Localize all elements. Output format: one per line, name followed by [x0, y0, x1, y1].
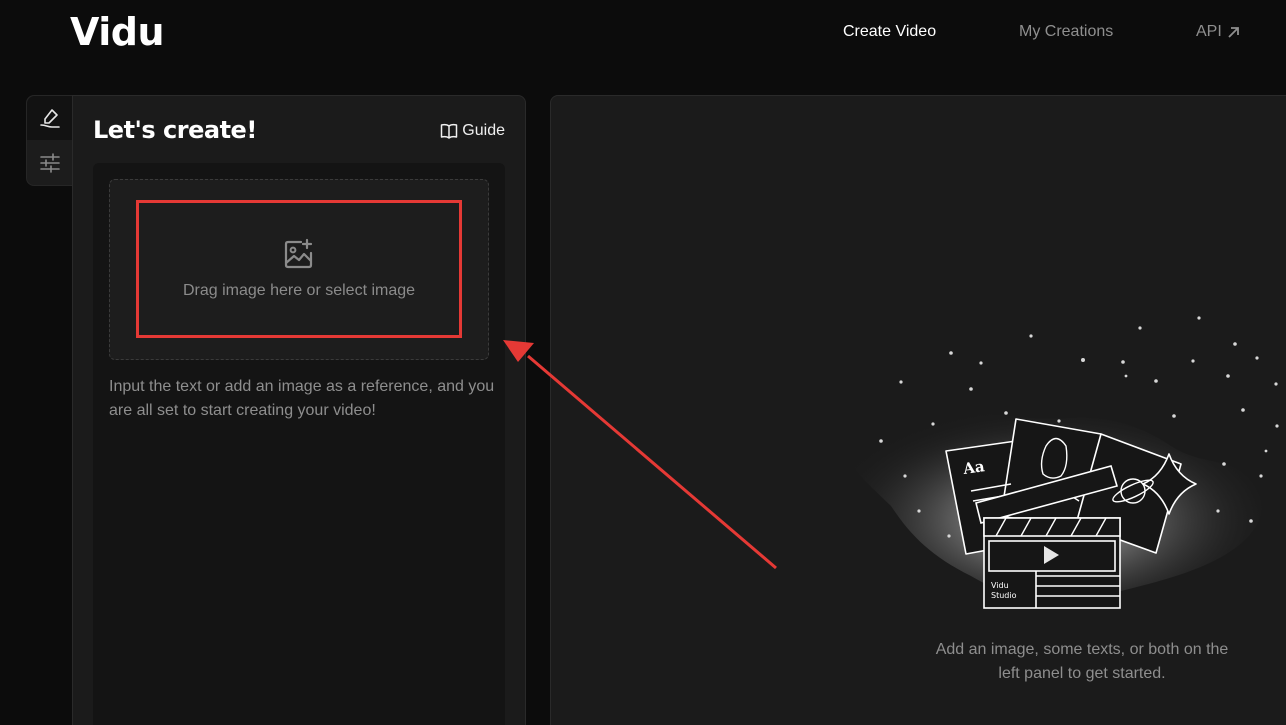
- book-icon: [441, 123, 458, 139]
- preview-panel: Aa Vidu Studio Add an image, some texts,…: [550, 95, 1286, 725]
- create-panel: Let's create! Guide Drag image here or s…: [72, 95, 526, 725]
- sliders-icon: [40, 153, 60, 173]
- top-navigation: Vidu Create Video My Creations API: [0, 0, 1286, 70]
- vidu-logo[interactable]: Vidu: [70, 10, 165, 54]
- nav-create-video[interactable]: Create Video: [843, 23, 936, 41]
- arrow-up-right-icon: [1228, 26, 1239, 38]
- guide-button[interactable]: Guide: [440, 122, 505, 140]
- tab-settings[interactable]: [27, 141, 73, 185]
- illustration-brand-line2: Studio: [991, 591, 1017, 600]
- nav-my-creations[interactable]: My Creations: [1019, 23, 1113, 41]
- empty-state-hint: Add an image, some texts, or both on the…: [935, 641, 1229, 682]
- nav-api-label: API: [1196, 23, 1222, 40]
- illustration-brand-line1: Vidu: [991, 581, 1009, 590]
- dropzone-highlight[interactable]: Drag image here or select image: [136, 200, 462, 338]
- illustration-aa-text: Aa: [961, 457, 986, 478]
- add-image-icon: [284, 238, 313, 269]
- guide-label: Guide: [462, 122, 505, 139]
- panel-title: Let's create!: [93, 116, 257, 144]
- nav-api[interactable]: API: [1196, 23, 1240, 41]
- input-area: Drag image here or select image Input th…: [93, 163, 505, 725]
- mode-tabs: [26, 95, 73, 186]
- helper-text: Input the text or add an image as a refe…: [109, 378, 495, 419]
- image-dropzone[interactable]: Drag image here or select image: [109, 179, 489, 360]
- tab-text-to-video[interactable]: [27, 96, 73, 140]
- empty-state-illustration: Aa Vidu Studio: [839, 316, 1279, 609]
- pen-write-icon: [40, 109, 60, 128]
- dropzone-text: Drag image here or select image: [182, 282, 416, 299]
